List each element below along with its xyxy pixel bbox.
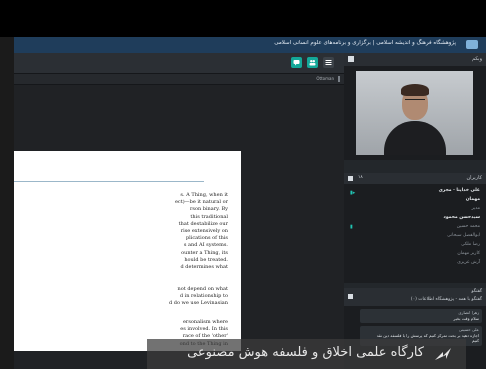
users-panel-header: ۱۸ کاربران [344, 173, 486, 184]
user-list-item[interactable]: سیدحسن محمود [444, 215, 480, 220]
speaker-glasses [405, 99, 425, 104]
mic-icon: ▮ [350, 224, 353, 230]
webcam-options-icon[interactable] [348, 56, 354, 62]
user-list-item[interactable]: رضا ملکی [461, 242, 480, 247]
presentation-subbar: Ottoman [14, 74, 344, 85]
webcam-panel-header: وبکم [344, 53, 486, 66]
user-list-item[interactable]: آرش عزیزی [457, 260, 480, 265]
presentation-toolbar [14, 53, 344, 74]
chat-message-text: سلام وقت بخیر [453, 316, 479, 321]
chat-panel-title: گفتگو [471, 289, 482, 294]
doc-line: that destabilize our [178, 220, 228, 227]
chat-icon [293, 60, 300, 66]
doc-line: ect)—be it natural or [174, 199, 228, 206]
user-list-item[interactable]: علی خداپنا · مجری [439, 188, 480, 193]
document-paragraph-2: not depend on what d in relationship to … [16, 286, 228, 308]
doc-line: d in relationship to [179, 293, 228, 300]
doc-line: this traditional [190, 213, 228, 220]
doc-line: s and AI systems. [183, 242, 228, 249]
chat-icon [348, 294, 353, 299]
speaking-mic-icon: ▮▸ [350, 190, 356, 196]
video-caption-bar: کارگاه علمی اخلاق و فلسفه هوش مصنوعی [147, 339, 466, 369]
doc-line: ounter a Thing, its [181, 249, 228, 256]
user-list-item[interactable]: مهمان [466, 197, 480, 202]
screen-top-strip [0, 0, 486, 37]
user-list-item[interactable]: ابوالفضل سبحانی [447, 233, 480, 238]
panel-resize-handle[interactable] [338, 76, 340, 82]
caption-text: کارگاه علمی اخلاق و فلسفه هوش مصنوعی [187, 345, 424, 360]
chat-message-author: علی حسینی [458, 327, 479, 332]
hamburger-icon [325, 60, 332, 65]
user-list-item[interactable]: مدیر [471, 206, 480, 211]
chat-panel-header: گفتگو گفتگو با همه - پژوهشگاه اطلاعات (۰… [344, 288, 486, 306]
chat-toggle-button[interactable] [291, 57, 302, 68]
app-title: پژوهشگاه فرهنگ و اندیشه اسلامی | برگزاری… [274, 40, 456, 46]
doc-line: plications of this [185, 235, 228, 242]
doc-line: s. A Thing, when it [180, 192, 228, 198]
shared-document: s. A Thing, when it ect)—be it natural o… [14, 151, 241, 351]
user-list-item[interactable]: کاربر مهمان [457, 251, 480, 256]
zoom-label: Ottoman [316, 76, 334, 81]
app-titlebar: پژوهشگاه فرهنگ و اندیشه اسلامی | برگزاری… [14, 37, 486, 53]
arrow-logo-icon [435, 348, 451, 360]
doc-line: rise extensively on [180, 228, 228, 235]
presentation-area: Ottoman s. A Thing, when it ect)—be it n… [14, 53, 344, 369]
users-count: ۱۸ [358, 175, 363, 180]
users-icon [348, 176, 353, 181]
conference-app: پژوهشگاه فرهنگ و اندیشه اسلامی | برگزاری… [14, 37, 486, 369]
doc-line: hould be treated. [184, 256, 228, 263]
doc-line: es involved. In this [180, 326, 228, 333]
webcam-video [356, 71, 473, 155]
webcam-panel-title: وبکم [472, 56, 482, 62]
speaker-hair [401, 84, 429, 96]
doc-line: not depend on what [177, 286, 228, 292]
webcam-panel: وبکم [344, 53, 486, 160]
chat-message-author: زهرا انصاری [458, 310, 479, 315]
chat-message: زهرا انصاری سلام وقت بخیر [360, 309, 482, 323]
chat-channel-label: گفتگو با همه - پژوهشگاه اطلاعات (۰) [410, 297, 482, 302]
users-panel-title: کاربران [466, 175, 482, 181]
doc-line: rson binary. By [189, 206, 228, 213]
users-icon [309, 60, 316, 66]
users-toggle-button[interactable] [307, 57, 318, 68]
users-panel: ۱۸ کاربران ▮▸ ▮ علی خداپنا · مجری مهمان … [344, 173, 486, 283]
doc-line: d do we use Levinasian [168, 300, 228, 307]
menu-button[interactable] [323, 57, 334, 68]
document-paragraph-1: s. A Thing, when it ect)—be it natural o… [16, 192, 228, 271]
app-logo-icon [466, 40, 478, 49]
user-list-item[interactable]: محمد حسین [457, 224, 480, 229]
doc-line: ersonalism where [182, 319, 228, 325]
doc-line: d determines what [180, 264, 228, 271]
document-divider [14, 181, 204, 182]
